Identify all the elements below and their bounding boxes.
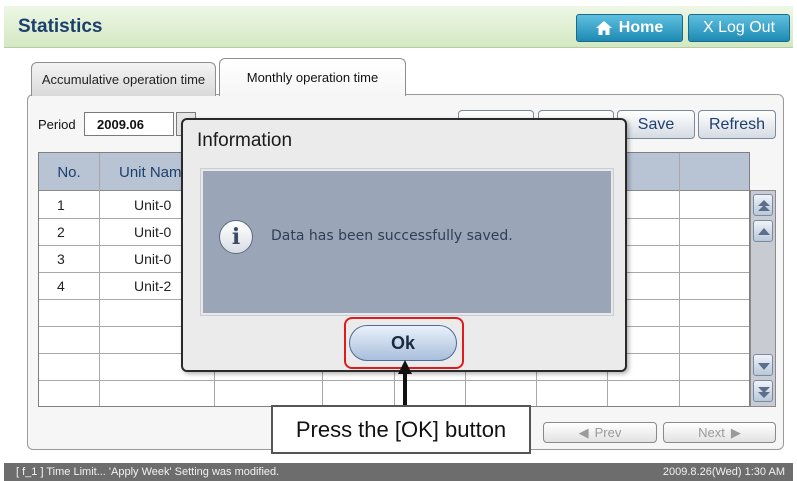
period-input[interactable]: 2009.06: [84, 112, 174, 136]
scroll-up-button[interactable]: [753, 220, 773, 242]
column-divider: [99, 153, 100, 406]
scroll-bottom-button[interactable]: [753, 380, 773, 402]
prev-page-button[interactable]: ◀ Prev: [543, 422, 657, 443]
double-chevron-down-icon: [758, 387, 770, 398]
dialog-body: i Data has been successfully saved.: [200, 168, 614, 316]
logout-button-label: X Log Out: [702, 19, 776, 36]
header-bar: Statistics Home X Log Out: [4, 6, 793, 48]
ok-button[interactable]: Ok: [349, 325, 457, 361]
dialog-title: Information: [197, 130, 293, 151]
table-scrollbar[interactable]: [750, 190, 776, 407]
arrow-up-icon: [398, 360, 412, 406]
tab-accumulative-operation-time[interactable]: Accumulative operation time: [31, 62, 216, 96]
dialog-message: Data has been successfully saved.: [271, 228, 513, 244]
next-button-label: Next: [698, 425, 725, 440]
row-divider: [39, 380, 749, 381]
table-cell-unit: Unit-2: [134, 278, 172, 294]
column-divider: [679, 153, 680, 406]
refresh-button[interactable]: Refresh: [698, 110, 776, 139]
scroll-top-button[interactable]: [753, 194, 773, 216]
chevron-up-icon: [758, 228, 770, 235]
status-datetime: 2009.8.26(Wed) 1:30 AM: [662, 466, 785, 478]
table-cell-no: 3: [57, 251, 65, 267]
page-title: Statistics: [18, 16, 103, 37]
instruction-callout: Press the [OK] button: [271, 405, 531, 454]
scroll-down-button[interactable]: [753, 354, 773, 376]
table-cell-unit: Unit-0: [134, 224, 172, 240]
prev-button-label: Prev: [594, 425, 622, 440]
app-window: Statistics Home X Log Out Accumulative o…: [0, 0, 797, 481]
logout-button[interactable]: X Log Out: [688, 14, 790, 42]
caret-left-icon: ◀: [578, 424, 589, 440]
status-bar: [ f_1 ] Time Limit... 'Apply Week' Setti…: [4, 463, 793, 481]
home-button-label: Home: [618, 19, 664, 36]
double-chevron-up-icon: [758, 200, 770, 211]
table-cell-no: 1: [57, 197, 65, 213]
home-button[interactable]: Home: [576, 14, 683, 42]
column-header-no: No.: [57, 163, 81, 181]
table-cell-unit: Unit-0: [134, 197, 172, 213]
table-cell-no: 4: [57, 278, 65, 294]
save-button[interactable]: Save: [617, 110, 695, 139]
table-cell-no: 2: [57, 224, 65, 240]
status-message: [ f_1 ] Time Limit... 'Apply Week' Setti…: [16, 466, 280, 478]
home-icon: [595, 21, 612, 35]
table-cell-unit: Unit-0: [134, 251, 172, 267]
tab-monthly-operation-time[interactable]: Monthly operation time: [219, 58, 406, 96]
chevron-down-icon: [758, 363, 770, 370]
caret-right-icon: ▶: [730, 424, 741, 440]
information-dialog: Information i Data has been successfully…: [181, 118, 627, 372]
period-label: Period: [38, 117, 76, 132]
info-icon: i: [219, 220, 253, 254]
next-page-button[interactable]: Next ▶: [663, 422, 776, 443]
